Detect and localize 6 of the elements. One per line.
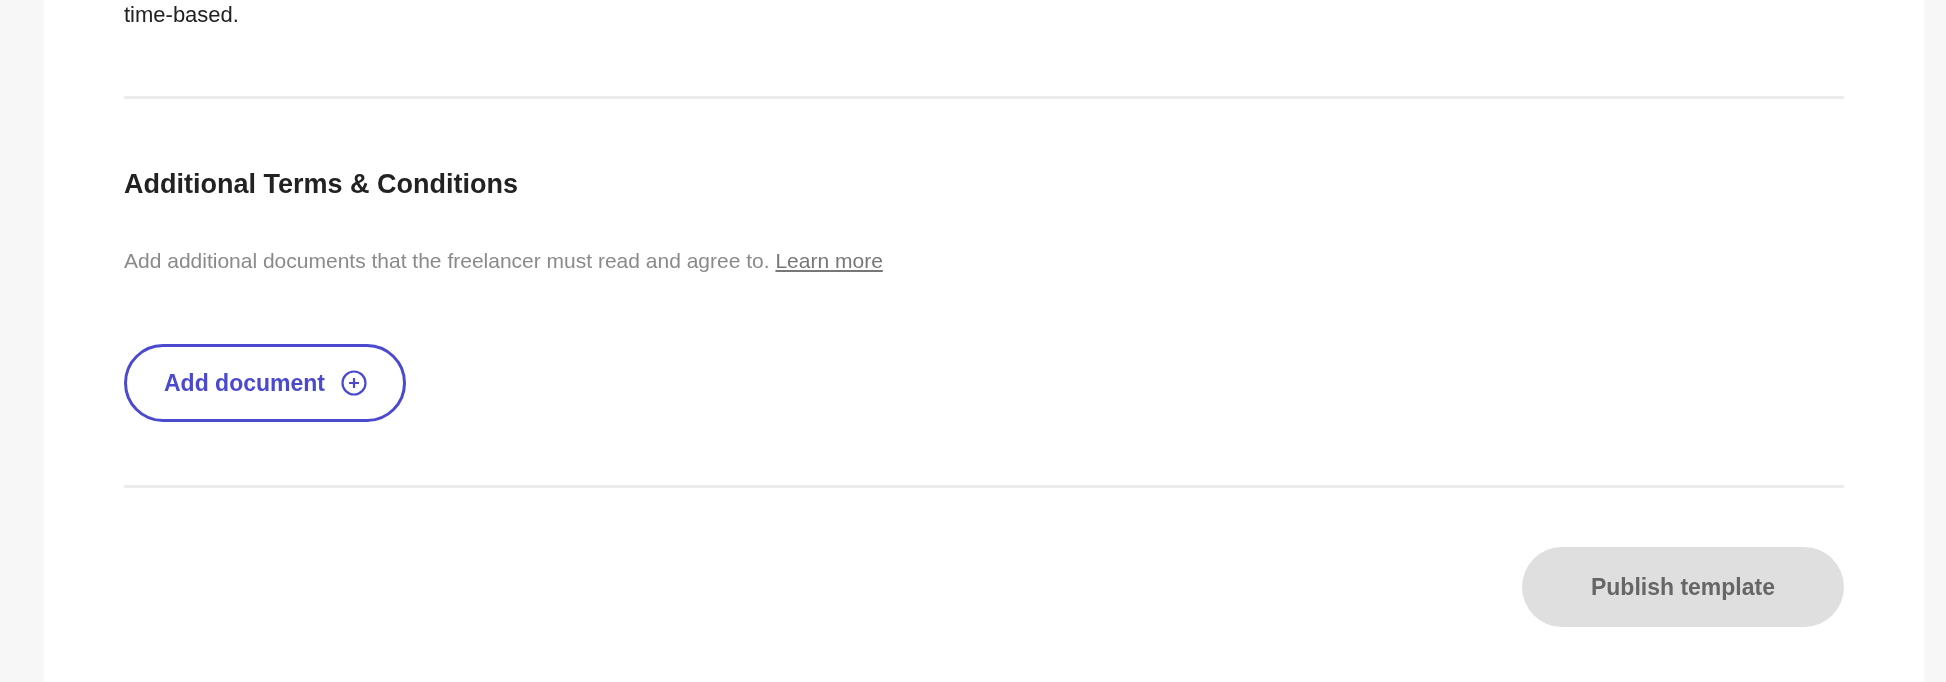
section-title: Additional Terms & Conditions: [124, 168, 519, 201]
body-text: time-based.: [124, 1, 240, 29]
add-document-button[interactable]: Add document: [124, 344, 406, 422]
learn-more-link[interactable]: Learn more: [775, 249, 883, 272]
section-description: Add additional documents that the freelancer must read and agree to. Learn more: [124, 248, 884, 274]
plus-circle-icon: [341, 370, 367, 396]
